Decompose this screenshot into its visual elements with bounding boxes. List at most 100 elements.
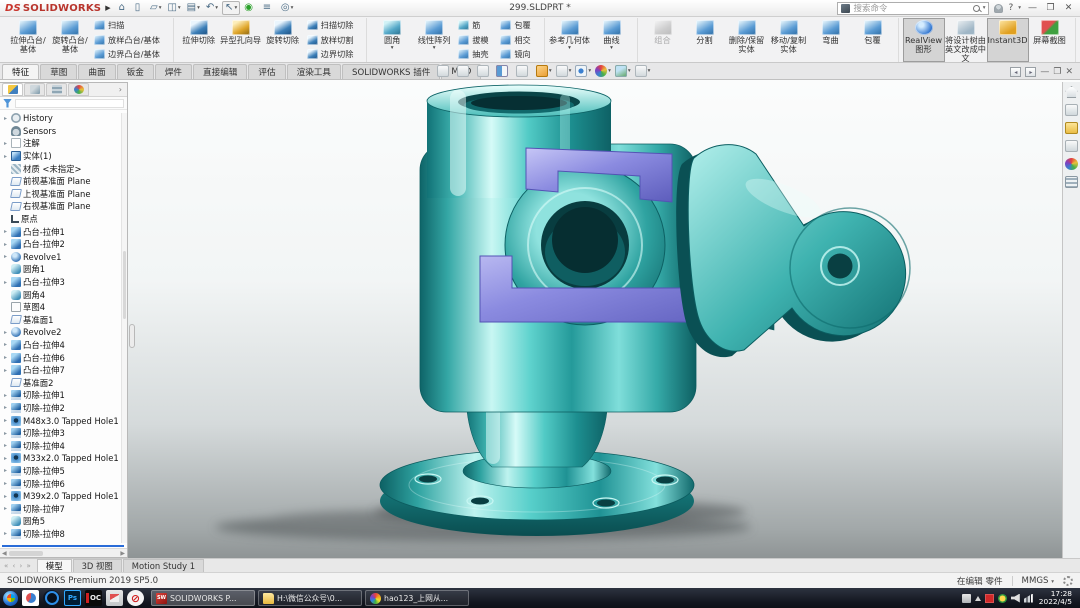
document-tab[interactable]: 模型 bbox=[37, 559, 72, 572]
tree-item[interactable]: ▸ 切除-拉伸1 bbox=[2, 389, 127, 402]
tree-item[interactable]: ▸ 切除-拉伸8 bbox=[2, 528, 127, 541]
rebuild-button[interactable]: ◉ ▾ bbox=[242, 1, 259, 15]
ribbon-button[interactable]: 拉伸切除 ▾ bbox=[178, 18, 220, 62]
hide-show-items-icon[interactable]: ▾ bbox=[575, 65, 591, 77]
tree-item[interactable]: ▸ 圆角1 bbox=[2, 263, 127, 276]
doc-minimize-button[interactable]: — bbox=[1040, 67, 1049, 77]
security-icon[interactable] bbox=[985, 594, 994, 603]
home-button[interactable]: ⌂ ▾ bbox=[117, 1, 131, 15]
image-viewer-icon[interactable] bbox=[106, 590, 123, 606]
tree-item[interactable]: ▸ 切除-拉伸2 bbox=[2, 402, 127, 415]
ribbon-button[interactable]: Instant3D ▾ bbox=[987, 18, 1029, 62]
quick-tips-gear-icon[interactable] bbox=[1063, 576, 1073, 586]
document-tab[interactable]: Motion Study 1 bbox=[123, 559, 204, 572]
expand-arrow-icon[interactable]: ▸ bbox=[2, 329, 9, 336]
edit-appearance-icon[interactable]: ▾ bbox=[595, 65, 611, 77]
search-commands-box[interactable]: 搜索命令 ▾ bbox=[837, 2, 989, 15]
expand-arrow-icon[interactable]: ▸ bbox=[2, 140, 9, 147]
expand-arrow-icon[interactable]: ▸ bbox=[2, 228, 9, 235]
tree-item[interactable]: ▸ 注解 bbox=[2, 137, 127, 150]
section-view-icon[interactable]: ▾ bbox=[496, 65, 512, 77]
tree-item[interactable]: ▸ 凸台-拉伸1 bbox=[2, 225, 127, 238]
tree-item[interactable]: ▸ 凸台-拉伸7 bbox=[2, 364, 127, 377]
menu-flyout-arrow[interactable]: ▶ bbox=[105, 4, 110, 12]
featuremanager-tab[interactable] bbox=[2, 83, 23, 96]
ribbon-button[interactable]: 参考几何体 ▾ bbox=[549, 18, 591, 62]
sunlogin-icon[interactable] bbox=[22, 590, 39, 606]
tree-horizontal-scrollbar[interactable]: ◀ ▶ bbox=[0, 548, 127, 557]
ribbon-button[interactable]: 筋 ▾ bbox=[455, 18, 497, 33]
command-tab[interactable]: SOLIDWORKS 插件 bbox=[342, 64, 440, 79]
search-input[interactable]: 搜索命令 bbox=[853, 2, 969, 14]
ribbon-button[interactable]: 将设计树由英文改成中文 ▾ bbox=[945, 18, 987, 62]
options-button[interactable]: ◎ ▾ bbox=[279, 1, 296, 15]
close-button[interactable]: ✕ bbox=[1062, 2, 1075, 15]
ribbon-button[interactable]: 线性阵列 ▾ bbox=[413, 18, 455, 62]
ribbon-button[interactable]: 抽壳 ▾ bbox=[455, 47, 497, 62]
command-tab[interactable]: 草图 bbox=[40, 64, 77, 79]
tree-item[interactable]: ▸ History bbox=[2, 112, 127, 125]
tree-item[interactable]: ▸ Revolve2 bbox=[2, 326, 127, 339]
browser-icon[interactable] bbox=[43, 590, 60, 606]
expand-arrow-icon[interactable]: ▸ bbox=[2, 279, 9, 286]
ribbon-button[interactable]: 包覆 ▾ bbox=[852, 18, 894, 62]
help-dropdown-arrow[interactable]: ▾ bbox=[1018, 5, 1021, 11]
dimxpertmanager-tab[interactable] bbox=[68, 83, 89, 96]
ribbon-button[interactable]: 包覆 ▾ bbox=[497, 18, 539, 33]
tree-item[interactable]: ▸ 凸台-拉伸6 bbox=[2, 351, 127, 364]
ribbon-button[interactable]: 删除/保留实体 ▾ bbox=[726, 18, 768, 62]
filter-input[interactable] bbox=[15, 99, 124, 108]
collapse-right-pane-button[interactable]: ▸ bbox=[1025, 67, 1036, 77]
ribbon-button[interactable]: 扫描 ▾ bbox=[91, 18, 169, 33]
apply-scene-icon[interactable]: ▾ bbox=[615, 65, 631, 77]
tree-item[interactable]: ▸ 材质 <未指定> bbox=[2, 162, 127, 175]
tree-item[interactable]: ▸ 基准面1 bbox=[2, 314, 127, 327]
file-explorer-icon[interactable] bbox=[1065, 122, 1078, 134]
print-button[interactable]: ▤ ▾ bbox=[185, 1, 202, 15]
expand-arrow-icon[interactable]: ▸ bbox=[2, 480, 9, 487]
filter-icon[interactable] bbox=[3, 99, 12, 108]
previous-view-icon[interactable]: ▾ bbox=[477, 65, 493, 77]
help-button[interactable]: ? bbox=[1008, 3, 1013, 13]
expand-arrow-icon[interactable]: ▸ bbox=[2, 430, 9, 437]
tree-item[interactable]: ▸ Sensors bbox=[2, 125, 127, 138]
expand-arrow-icon[interactable]: ▸ bbox=[2, 530, 9, 537]
start-button[interactable] bbox=[3, 591, 18, 606]
undo-button[interactable]: ↶ ▾ bbox=[204, 1, 220, 15]
ribbon-button[interactable]: RealView图形 ▾ bbox=[903, 18, 945, 62]
tree-item[interactable]: ▸ M33x2.0 Tapped Hole1 bbox=[2, 452, 127, 465]
doc-restore-button[interactable]: ❐ bbox=[1053, 67, 1061, 77]
expand-arrow-icon[interactable]: ▸ bbox=[2, 367, 9, 374]
ribbon-button[interactable]: 曲线 ▾ bbox=[591, 18, 633, 62]
ribbon-button[interactable]: 放样切割 ▾ bbox=[304, 33, 363, 48]
command-tab[interactable]: 焊件 bbox=[155, 64, 192, 79]
minimize-button[interactable]: — bbox=[1026, 2, 1039, 15]
expand-arrow-icon[interactable]: ▸ bbox=[2, 253, 9, 260]
coin-icon[interactable] bbox=[998, 594, 1007, 603]
document-tab[interactable]: 3D 视图 bbox=[73, 559, 122, 572]
expand-arrow-icon[interactable]: ▸ bbox=[2, 417, 9, 424]
oc-app-icon[interactable]: OC bbox=[85, 590, 102, 606]
ribbon-button[interactable]: 圆角 ▾ bbox=[371, 18, 413, 62]
tree-item[interactable]: ▸ 右视基准面 Plane bbox=[2, 200, 127, 213]
tree-item[interactable]: ▸ M39x2.0 Tapped Hole1 bbox=[2, 490, 127, 503]
ribbon-button[interactable]: 边界凸台/基体 ▾ bbox=[91, 47, 169, 62]
new-file-button[interactable]: ▯ ▾ bbox=[133, 1, 146, 15]
tree-item[interactable]: ▸ 草图4 bbox=[2, 301, 127, 314]
network-icon[interactable] bbox=[1024, 594, 1033, 603]
tree-item[interactable]: ▸ Revolve1 bbox=[2, 251, 127, 264]
tree-item[interactable]: ▸ M48x3.0 Tapped Hole1 bbox=[2, 414, 127, 427]
search-dropdown-arrow[interactable]: ▾ bbox=[983, 5, 986, 11]
ribbon-button[interactable]: 相交 ▾ bbox=[497, 33, 539, 48]
ribbon-button[interactable]: 分割 ▾ bbox=[684, 18, 726, 62]
tree-item[interactable]: ▸ 凸台-拉伸2 bbox=[2, 238, 127, 251]
search-icon[interactable] bbox=[973, 5, 980, 12]
tab-nav-arrows[interactable]: « ‹ › » bbox=[4, 562, 32, 570]
tree-item[interactable]: ▸ 切除-拉伸5 bbox=[2, 465, 127, 478]
panel-splitter-handle[interactable] bbox=[129, 324, 135, 348]
expand-arrow-icon[interactable]: ▸ bbox=[2, 505, 9, 512]
ribbon-button[interactable]: 放样凸台/基体 ▾ bbox=[91, 33, 169, 48]
expand-arrow-icon[interactable]: ▸ bbox=[2, 493, 9, 500]
ribbon-button[interactable]: 镜向 ▾ bbox=[497, 47, 539, 62]
ribbon-button[interactable]: 拔模 ▾ bbox=[455, 33, 497, 48]
